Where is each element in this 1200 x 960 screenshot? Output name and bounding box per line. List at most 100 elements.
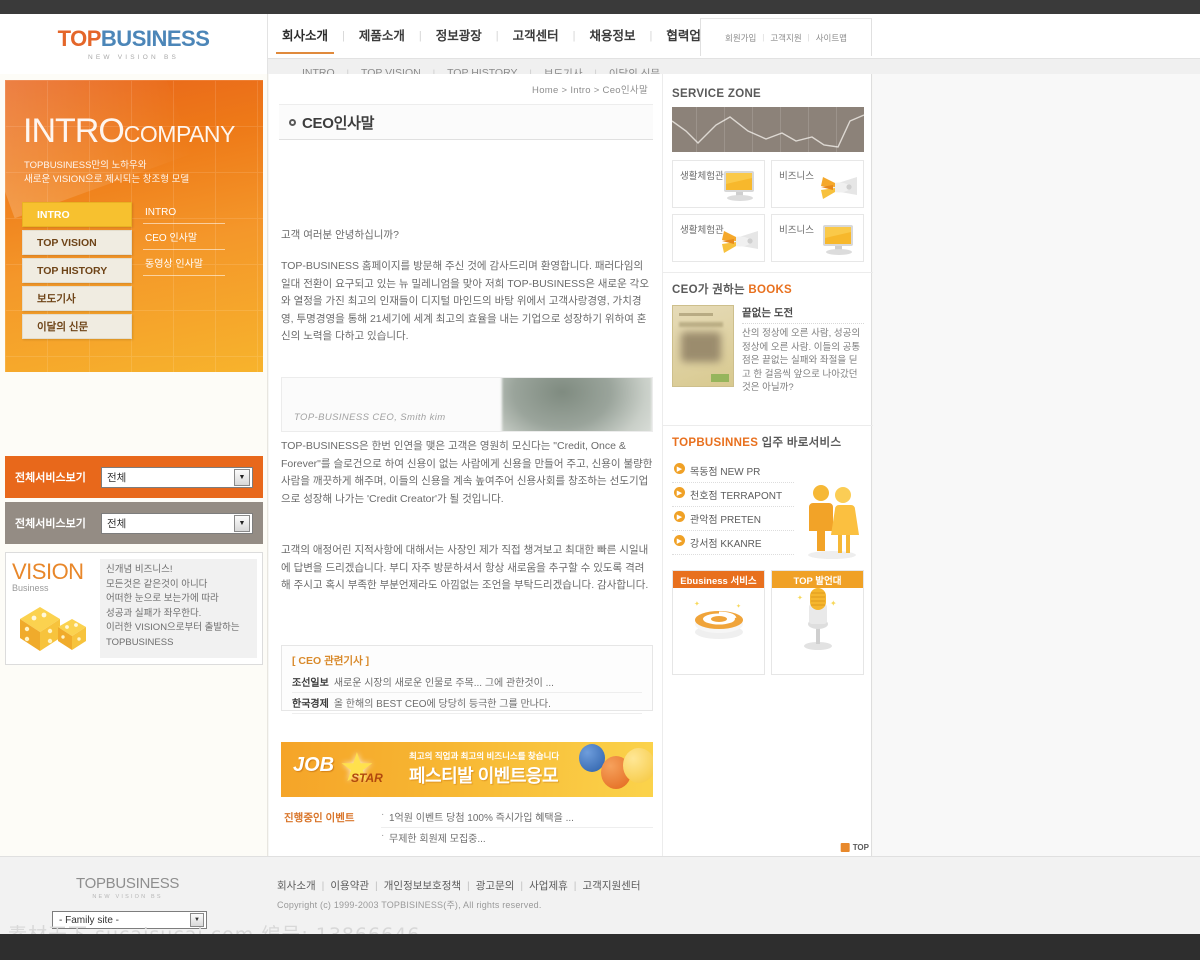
- vision-line-2: 모든것은 같은것이 아니다: [106, 578, 208, 590]
- vision-copy: 신개념 비즈니스! 모든것은 같은것이 아니다 어떠한 눈으로 보는가에 따라 …: [106, 563, 256, 650]
- service-selector-label-2: 전체서비스보기: [15, 518, 86, 530]
- hero-submenu-intro[interactable]: INTRO: [143, 202, 225, 224]
- scroll-to-top-button[interactable]: TOP: [840, 843, 873, 852]
- footer-logo-sub: NEW VISION BS: [92, 894, 163, 900]
- tenant-item[interactable]: ▶ 강서점 KKANRE: [672, 531, 794, 555]
- service-cell[interactable]: 비즈니스: [771, 160, 864, 208]
- job-star-banner[interactable]: JOB ★ STAR 최고의 직업과 최고의 비즈니스를 찾습니다 페스티발 이…: [281, 742, 653, 797]
- hero-menu-top-history[interactable]: TOP HISTORY: [22, 258, 132, 283]
- service-cell[interactable]: 비즈니스: [771, 214, 864, 262]
- balloon-yellow-icon: [623, 748, 653, 783]
- hero-menu-press[interactable]: 보도기사: [22, 286, 132, 311]
- tenant-item-label: 강서점 KKANRE: [690, 539, 762, 550]
- logo-business-text: BUSINESS: [100, 25, 210, 51]
- book-cover-tag: [711, 374, 729, 382]
- util-item-signup[interactable]: 회원가입: [719, 32, 762, 44]
- logo-top-text: TOP: [57, 25, 102, 51]
- books-title-prefix: CEO가 권하는: [672, 284, 749, 296]
- footer-copyright: Copyright (c) 1999-2003 TOPBISINESS(주), …: [277, 900, 542, 910]
- logo-tagline: NEW VISION BS: [87, 53, 180, 61]
- site-header: TOPBUSINESS NEW VISION BS 회사소개 | 제품소개 | …: [0, 14, 1200, 88]
- hero-submenu-video-greeting[interactable]: 동영상 인사말: [143, 250, 225, 276]
- service-cell[interactable]: 생활체험관: [672, 160, 765, 208]
- footer-separator: |: [321, 880, 325, 892]
- at-sign-icon: ✦ ✦: [694, 600, 743, 640]
- service-zone-title: SERVICE ZONE: [672, 88, 762, 100]
- event-item[interactable]: 무제한 회원제 모집중...: [381, 828, 653, 848]
- footer-separator: |: [520, 880, 524, 892]
- ebusiness-service-box[interactable]: Ebusiness 서비스 ✦ ✦: [672, 570, 765, 675]
- main-content: Home > Intro > Ceo인사말 CEO인사말 고객 여러분 안녕하십…: [269, 74, 662, 856]
- service-cell-label: 생활체험관: [680, 171, 724, 182]
- footer-logo-main: TOPBUSINESS: [76, 875, 180, 892]
- intro-hero-panel: INTROCOMPANY TOPBUSINESS만의 노하우와 새로운 VISI…: [5, 80, 263, 372]
- service-select-1[interactable]: 전체 ▼: [101, 466, 253, 488]
- hero-menu-monthly-paper[interactable]: 이달의 신문: [22, 314, 132, 339]
- tenant-title-accent: TOPBUSINNES: [672, 437, 759, 449]
- vision-line-1: 신개념 비즈니스!: [106, 564, 173, 575]
- tenant-item[interactable]: ▶ 목동점 NEW PR: [672, 459, 794, 483]
- service-select-2[interactable]: 전체 ▼: [101, 512, 253, 534]
- dice-icon: [20, 607, 86, 651]
- right-empty-area: [873, 74, 1200, 856]
- vision-line-5: 이러한 VISION으로부터 출발하는: [106, 622, 240, 633]
- site-logo[interactable]: TOPBUSINESS NEW VISION BS: [0, 14, 268, 74]
- footer-link-support-center[interactable]: 고객지원센터: [583, 880, 641, 892]
- top-forum-box[interactable]: TOP 발언대 ✦ ✦: [771, 570, 864, 675]
- tenant-services-section: TOPBUSINNES 입주 바로서비스 ▶ 목동점 NEW PR ▶ 천호점 …: [663, 425, 873, 565]
- service-cell[interactable]: 생활체험관: [672, 214, 765, 262]
- svg-text:✦: ✦: [797, 594, 803, 602]
- rocket-icon: [722, 231, 758, 253]
- footer-link-company[interactable]: 회사소개: [277, 880, 316, 892]
- nav-item-customer[interactable]: 고객센터: [499, 14, 573, 58]
- util-item-sitemap[interactable]: 사이트맵: [810, 32, 853, 44]
- job-banner-large-text: 페스티발 이벤트응모: [409, 766, 559, 786]
- nav-item-products[interactable]: 제품소개: [345, 14, 419, 58]
- footer-logo: TOPBUSINESS NEW VISION BS: [76, 875, 179, 900]
- footer-link-terms[interactable]: 이용약관: [330, 880, 369, 892]
- nav-item-recruit[interactable]: 채용정보: [576, 14, 650, 58]
- hero-menu-top-vision[interactable]: TOP VISION: [22, 230, 132, 255]
- event-item[interactable]: 1억원 이벤트 당첨 100% 즉시가입 혜택을 ...: [381, 807, 653, 828]
- vision-promo-box[interactable]: VISION Business 신개념 비즈니스! 모든것은 같은것이 아니다 …: [5, 552, 263, 665]
- tenant-item[interactable]: ▶ 관악점 PRETEN: [672, 507, 794, 531]
- chevron-down-icon[interactable]: ▼: [234, 514, 250, 532]
- service-cell-label: 비즈니스: [779, 171, 814, 182]
- hero-desc-line2: 새로운 VISION으로 제시되는 창조형 모델: [24, 174, 190, 185]
- job-banner-star-text: STAR: [351, 771, 383, 785]
- ebusiness-service-label: Ebusiness 서비스: [673, 571, 764, 588]
- nav-item-company[interactable]: 회사소개: [268, 14, 342, 58]
- hero-menu: INTRO TOP VISION TOP HISTORY 보도기사 이달의 신문: [22, 202, 132, 342]
- tenant-item[interactable]: ▶ 천호점 TERRAPONT: [672, 483, 794, 507]
- book-cover-art: [681, 332, 721, 362]
- ceo-photo-caption: TOP-BUSINESS CEO, Smith kim: [294, 412, 446, 423]
- service-select-2-value: 전체: [107, 517, 127, 530]
- book-cover-image[interactable]: [672, 305, 734, 387]
- util-item-support[interactable]: 고객지원: [764, 32, 807, 44]
- hero-submenu-ceo-greeting[interactable]: CEO 인사말: [143, 224, 225, 250]
- rocket-icon: [821, 177, 857, 199]
- tenant-item-label: 목동점 NEW PR: [690, 467, 761, 478]
- scroll-to-top[interactable]: TOP: [840, 843, 873, 852]
- service-zone-chart: [672, 107, 864, 152]
- ceo-article-row[interactable]: 한국경제 올 한해의 BEST CEO에 당당히 등극한 그를 만나다.: [292, 693, 642, 714]
- footer-link-advertising[interactable]: 광고문의: [476, 880, 515, 892]
- svg-text:✦: ✦: [694, 600, 700, 608]
- footer-links: 회사소개 | 이용약관 | 개인정보보호정책 | 광고문의 | 사업제휴 | 고객지원센터: [277, 878, 640, 893]
- logo-wordmark: TOPBUSINESS: [57, 25, 210, 51]
- page-root: TOPBUSINESS NEW VISION BS 회사소개 | 제품소개 | …: [0, 0, 1200, 960]
- footer-link-privacy[interactable]: 개인정보보호정책: [384, 880, 461, 892]
- tenant-title: TOPBUSINNES 입주 바로서비스: [672, 434, 864, 450]
- arrow-right-icon: ▶: [674, 511, 685, 522]
- ceo-article-row[interactable]: 조선일보 새로운 시장의 새로운 인물로 주목... 그에 관한것이 ...: [292, 672, 642, 693]
- footer-separator: |: [573, 880, 577, 892]
- nav-item-info[interactable]: 정보광장: [422, 14, 496, 58]
- ceo-photo-image: [502, 378, 652, 431]
- tenant-title-rest: 입주 바로서비스: [758, 437, 842, 449]
- utility-navigation: 회원가입 | 고객지원 | 사이트맵: [700, 18, 872, 56]
- books-title-accent: BOOKS: [748, 284, 793, 296]
- microphone-icon: ✦ ✦: [797, 588, 837, 651]
- footer-link-partnership[interactable]: 사업제휴: [529, 880, 568, 892]
- chevron-down-icon[interactable]: ▼: [234, 468, 250, 486]
- hero-menu-intro[interactable]: INTRO: [22, 202, 132, 227]
